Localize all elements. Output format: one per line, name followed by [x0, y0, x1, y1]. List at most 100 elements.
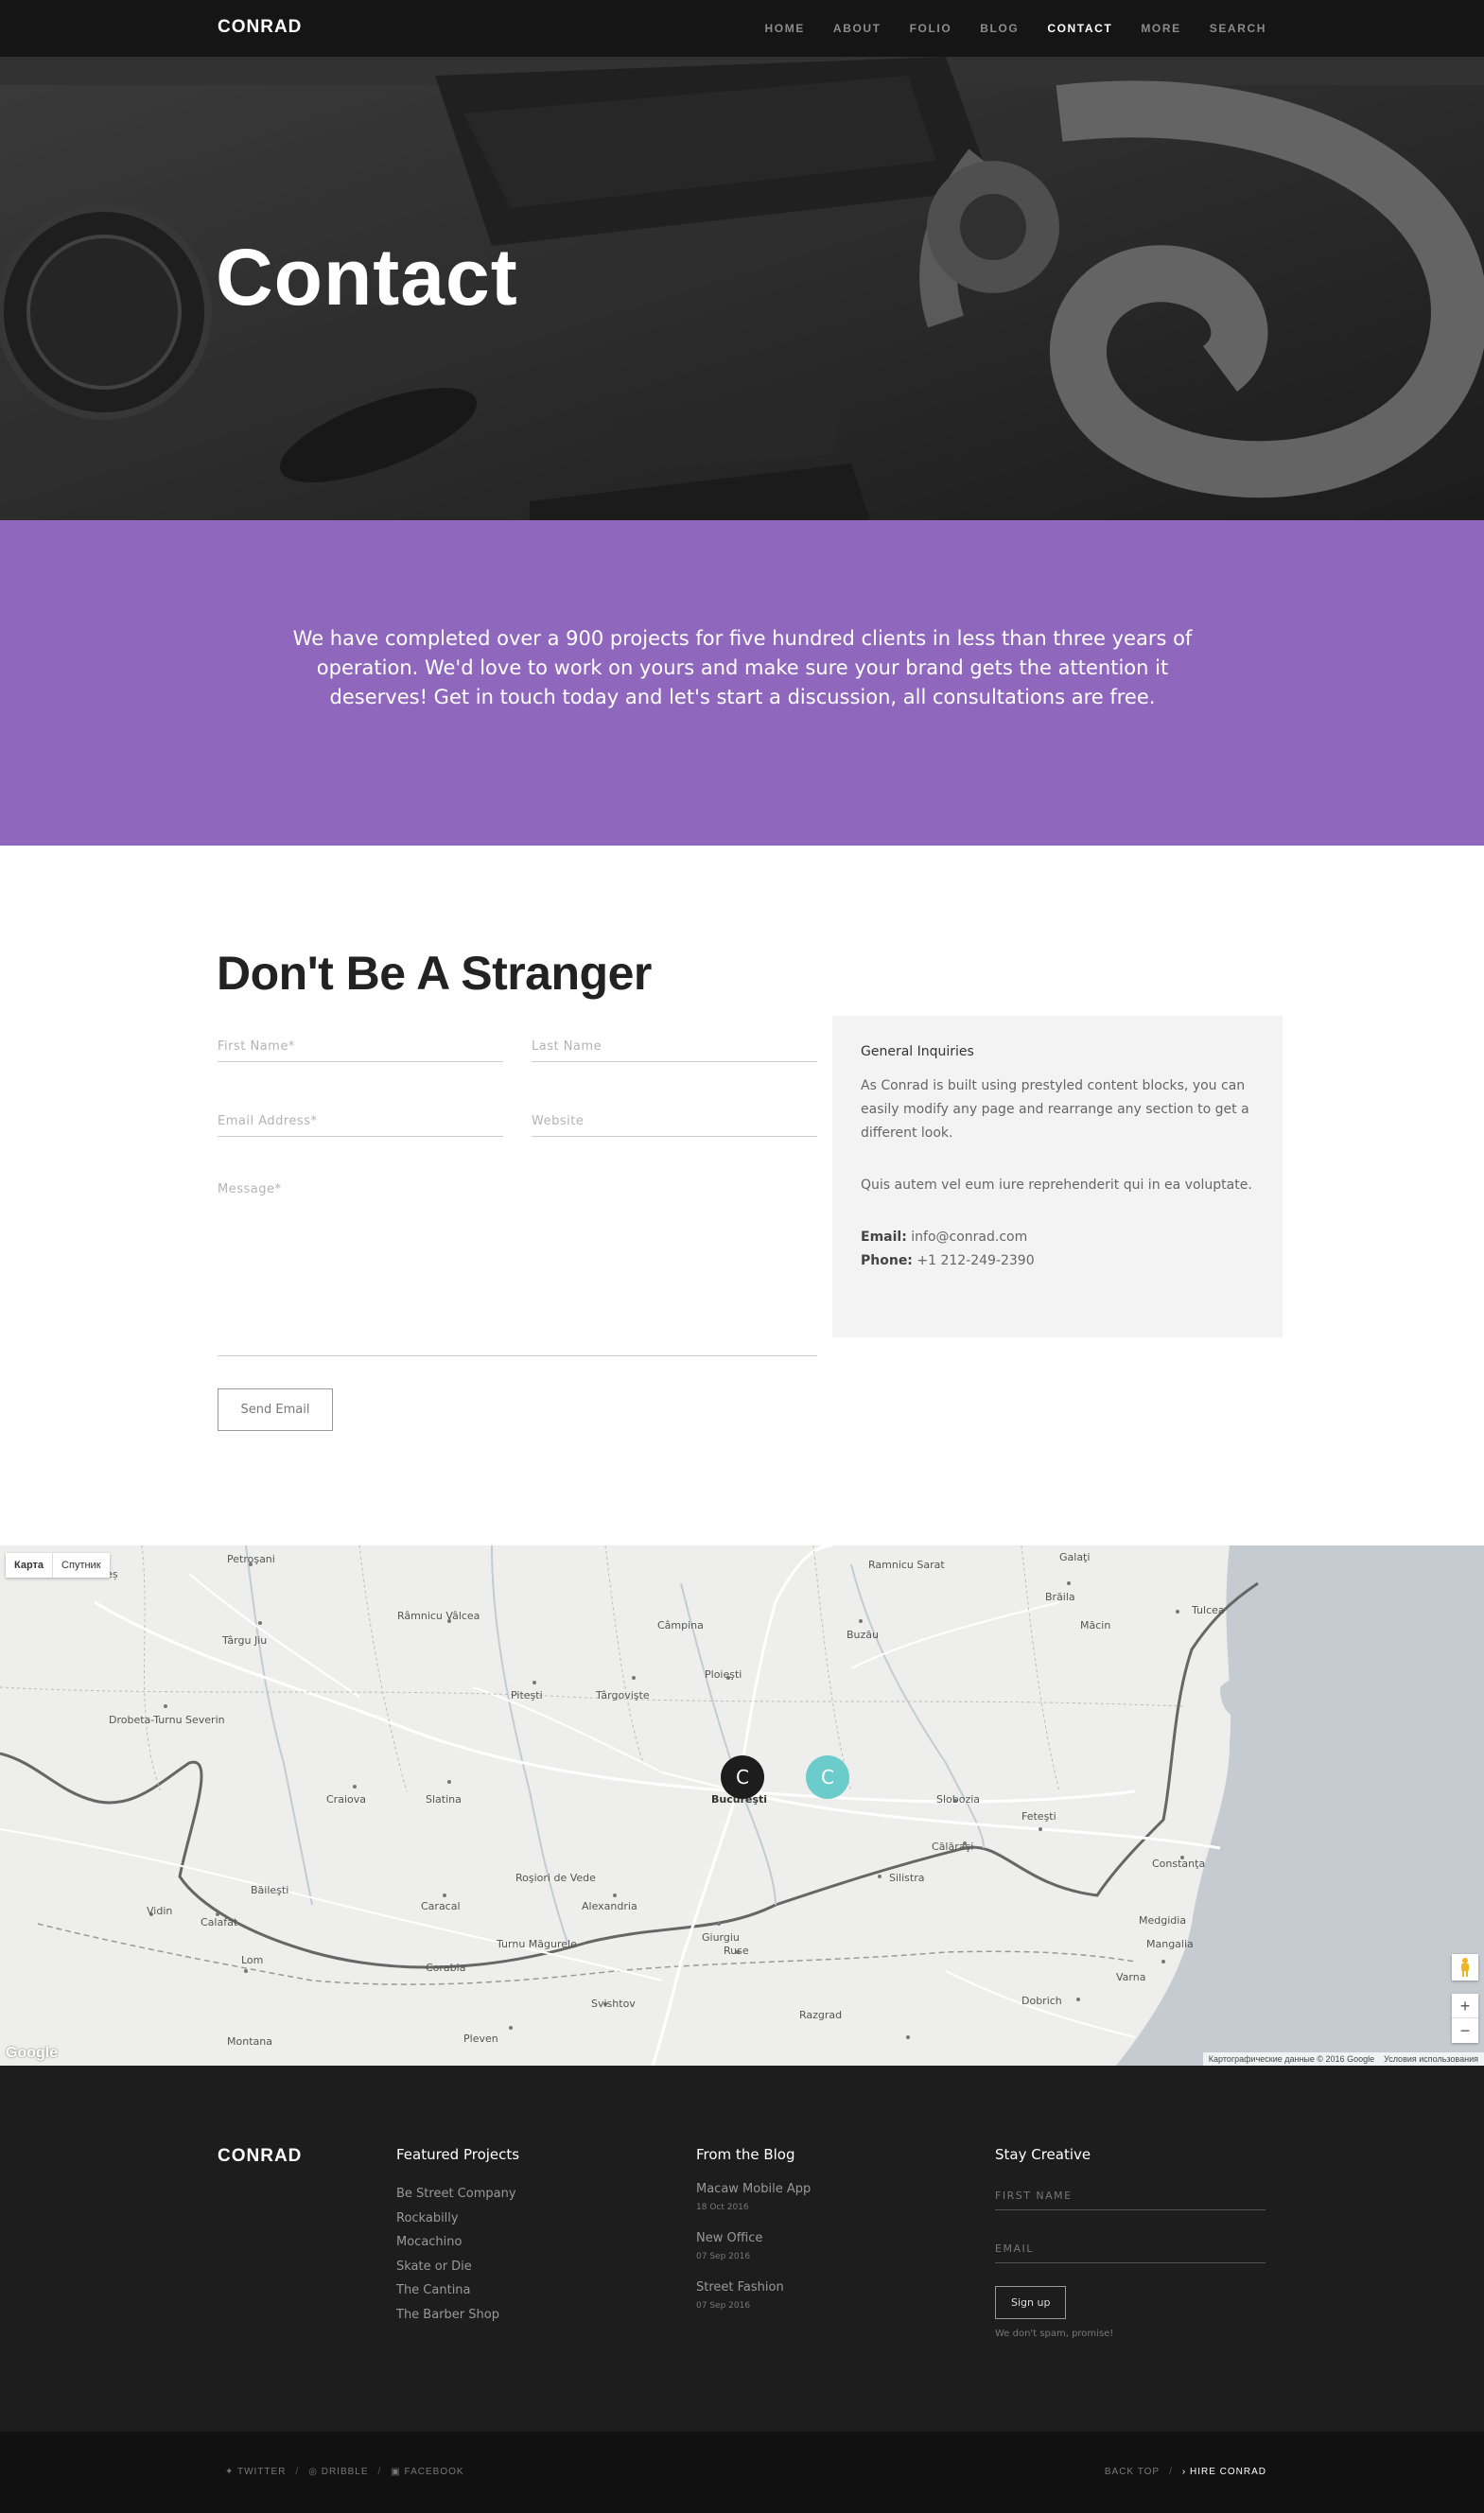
- newsletter-heading: Stay Creative: [995, 2146, 1091, 2163]
- newsletter-column: Stay Creative Sign up We don't spam, pro…: [995, 2146, 1266, 2339]
- newsletter-email-field[interactable]: [995, 2235, 1266, 2263]
- map-type-satellite-button[interactable]: Спутник: [53, 1553, 109, 1578]
- map-type-map-button[interactable]: Карта: [6, 1553, 54, 1578]
- page-title: Contact: [216, 233, 518, 322]
- map-label: Piteşti: [511, 1689, 543, 1702]
- dribble-link[interactable]: ◎ DRIBBLE: [308, 2467, 368, 2477]
- map-label: Alexandria: [582, 1900, 637, 1912]
- site-logo[interactable]: CONRAD: [218, 17, 302, 38]
- map-label: Galaţi: [1059, 1551, 1091, 1563]
- map-label: Corabia: [426, 1962, 466, 1974]
- email-line: Email: info@conrad.com: [861, 1226, 1254, 1249]
- separator: /: [1169, 2467, 1173, 2477]
- last-name-field[interactable]: [532, 1024, 817, 1062]
- contact-heading: Don't Be A Stranger: [217, 947, 652, 1000]
- project-link[interactable]: The Barber Shop: [396, 2303, 519, 2328]
- map-label: Râmnicu Vâlcea: [397, 1610, 480, 1622]
- inquiries-paragraph-2: Quis autem vel eum iure reprehenderit qu…: [861, 1178, 1252, 1193]
- phone-value[interactable]: +1 212-249-2390: [917, 1253, 1034, 1268]
- facebook-link[interactable]: ▣ FACEBOOK: [391, 2467, 463, 2477]
- blog-post-date: 18 Oct 2016: [696, 2203, 749, 2212]
- map-label: Feteşti: [1021, 1810, 1056, 1823]
- map-label: Târgovişte: [596, 1689, 650, 1702]
- nav-blog[interactable]: BLOG: [980, 22, 1019, 35]
- top-navbar: CONRAD HOME ABOUT FOLIO BLOG CONTACT MOR…: [0, 0, 1484, 57]
- hire-link[interactable]: › HIRE CONRAD: [1182, 2467, 1266, 2477]
- map-attribution: Картографические данные © 2016 Google Ус…: [1202, 2052, 1484, 2066]
- inquiries-paragraph-1: As Conrad is built using prestyled conte…: [861, 1078, 1249, 1141]
- map-label: Caracal: [421, 1900, 461, 1912]
- footer: CONRAD Featured Projects Be Street Compa…: [0, 2066, 1484, 2432]
- social-links: ✦ TWITTER / ◎ DRIBBLE / ▣ FACEBOOK: [225, 2467, 464, 2477]
- map-marker-office[interactable]: C: [721, 1755, 764, 1799]
- map-label: Călăraşi: [932, 1841, 974, 1853]
- nav-contact[interactable]: CONTACT: [1047, 22, 1112, 35]
- nav-more[interactable]: MORE: [1141, 22, 1180, 35]
- send-email-button[interactable]: Send Email: [218, 1388, 333, 1431]
- inquiries-box: General Inquiries As Conrad is built usi…: [832, 1016, 1283, 1337]
- website-field[interactable]: [532, 1099, 817, 1137]
- separator: /: [377, 2467, 382, 2477]
- back-to-top-link[interactable]: BACK TOP: [1105, 2467, 1160, 2477]
- map-label: Câmpina: [657, 1619, 704, 1632]
- map-label: Măcin: [1080, 1619, 1111, 1632]
- project-link[interactable]: Be Street Company: [396, 2182, 519, 2207]
- map-label: Pleven: [463, 2033, 498, 2045]
- map-terms-link[interactable]: Условия использования: [1384, 2054, 1478, 2064]
- inquiries-heading: General Inquiries: [861, 1044, 974, 1059]
- featured-projects-column: Featured Projects Be Street Company Rock…: [396, 2146, 519, 2327]
- map-label: Turnu Măgurele: [497, 1938, 577, 1950]
- footer-logo[interactable]: CONRAD: [218, 2146, 302, 2167]
- email-value[interactable]: info@conrad.com: [911, 1230, 1027, 1245]
- map-label: Ploieşti: [705, 1668, 742, 1681]
- blog-post-link[interactable]: New Office: [696, 2231, 811, 2245]
- street-view-pegman-icon[interactable]: [1452, 1954, 1478, 1981]
- map-label: Montana: [227, 2035, 272, 2048]
- twitter-label: TWITTER: [236, 2467, 287, 2477]
- google-map[interactable]: Petroşani Râmnicu Vâlcea Târgu Jiu Drobe…: [0, 1545, 1484, 2066]
- twitter-link[interactable]: ✦ TWITTER: [225, 2467, 286, 2477]
- message-field[interactable]: [218, 1175, 817, 1356]
- map-labels: Petroşani Râmnicu Vâlcea Târgu Jiu Drobe…: [0, 1545, 1484, 2066]
- intro-text: We have completed over a 900 projects fo…: [292, 627, 1193, 708]
- map-label: Razgrad: [799, 2009, 843, 2021]
- blog-post-link[interactable]: Macaw Mobile App: [696, 2182, 811, 2196]
- dribbble-icon: ◎: [308, 2467, 322, 2477]
- map-label: Petroşani: [227, 1553, 275, 1565]
- hero-banner: Contact: [0, 57, 1484, 520]
- newsletter-first-name-field[interactable]: [995, 2182, 1266, 2210]
- nav-folio[interactable]: FOLIO: [910, 22, 952, 35]
- map-label: Varna: [1116, 1971, 1146, 1983]
- project-link[interactable]: Mocachino: [396, 2230, 519, 2255]
- zoom-in-button[interactable]: +: [1452, 1994, 1478, 2018]
- map-label: Brăila: [1045, 1591, 1075, 1603]
- map-label: Drobeta-Turnu Severin: [109, 1714, 225, 1726]
- nav-home[interactable]: HOME: [765, 22, 805, 35]
- map-label: Medgidia: [1139, 1914, 1187, 1927]
- blog-post-date: 07 Sep 2016: [696, 2252, 751, 2261]
- project-link[interactable]: Skate or Die: [396, 2255, 519, 2279]
- nav-about[interactable]: ABOUT: [833, 22, 882, 35]
- intro-band: We have completed over a 900 projects fo…: [0, 520, 1484, 846]
- map-zoom-control: + −: [1452, 1994, 1478, 2043]
- blog-post-link[interactable]: Street Fashion: [696, 2280, 811, 2295]
- zoom-out-button[interactable]: −: [1452, 2018, 1478, 2043]
- signup-button[interactable]: Sign up: [995, 2286, 1067, 2319]
- main-menu: HOME ABOUT FOLIO BLOG CONTACT MORE SEARC…: [765, 22, 1266, 35]
- project-link[interactable]: The Cantina: [396, 2278, 519, 2303]
- hire-label: HIRE CONRAD: [1189, 2467, 1266, 2477]
- separator: /: [295, 2467, 300, 2477]
- map-marker-new-office[interactable]: C: [806, 1755, 849, 1799]
- spam-note: We don't spam, promise!: [995, 2329, 1114, 2339]
- twitter-icon: ✦: [225, 2467, 237, 2477]
- map-label: Băileşti: [251, 1884, 289, 1896]
- project-link[interactable]: Rockabilly: [396, 2207, 519, 2231]
- nav-search[interactable]: SEARCH: [1210, 22, 1266, 35]
- first-name-field[interactable]: [218, 1024, 503, 1062]
- chevron-right-icon: ›: [1181, 2467, 1190, 2477]
- footer-right-links: BACK TOP / › HIRE CONRAD: [1105, 2467, 1266, 2477]
- google-logo[interactable]: Google: [6, 2045, 58, 2062]
- map-label: Svishtov: [591, 1998, 636, 2010]
- email-field[interactable]: [218, 1099, 503, 1137]
- map-label: Tulcea: [1192, 1604, 1225, 1616]
